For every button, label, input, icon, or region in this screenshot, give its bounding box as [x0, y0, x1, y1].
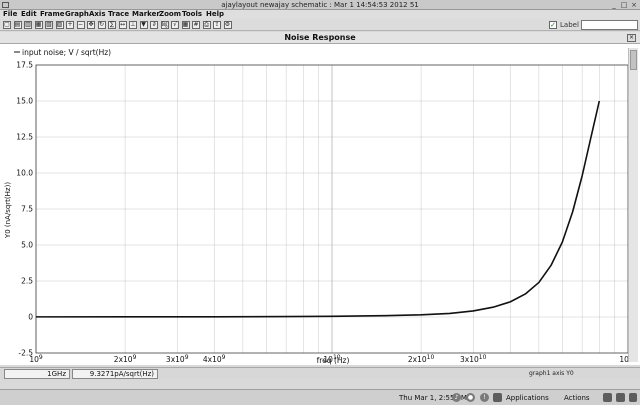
y-tick-label: 0: [28, 313, 33, 322]
zoom-out-icon[interactable]: −: [76, 21, 85, 29]
x-minor-tick-label: 2x1010: [408, 354, 435, 364]
strip-icon[interactable]: ▦: [34, 21, 43, 29]
table-icon[interactable]: ▦: [181, 21, 190, 29]
applications-menu[interactable]: Applications: [506, 393, 549, 403]
cursor-y-readout: 9.3271pA/sqrt(Hz): [72, 369, 158, 379]
y-tick-label: 10.0: [16, 169, 33, 178]
plot-area[interactable]: -2.5 0 2.5 5.0 7.5 10.0 12.5 15.0 17.5 109 1010 10…: [0, 44, 640, 365]
y-tick-label: 17.5: [16, 61, 33, 70]
window-title: ajaylayout newajay schematic : Mar 1 14:…: [221, 1, 419, 9]
label-checkbox[interactable]: ✓: [549, 21, 557, 29]
print-icon[interactable]: ⎙: [202, 21, 211, 29]
log-axis-icon[interactable]: ㏒: [160, 21, 169, 29]
update-icon[interactable]: !: [480, 393, 489, 402]
x-minor-tick-label: 4x109: [203, 354, 226, 364]
panel-close-icon[interactable]: ×: [627, 34, 636, 42]
menu-file[interactable]: File: [3, 10, 17, 19]
maximize-icon[interactable]: □: [620, 1, 628, 9]
legend-entry: input noise; V / sqrt(Hz): [22, 48, 111, 57]
menu-frame[interactable]: Frame: [40, 10, 65, 19]
measure-icon[interactable]: ↔: [118, 21, 127, 29]
noise-response-chart[interactable]: -2.502.55.07.510.012.515.017.5 109 1010 10…: [0, 44, 640, 365]
y-tick-label: 7.5: [21, 205, 33, 214]
y-tick-label: 15.0: [16, 97, 33, 106]
menu-axis[interactable]: Axis: [89, 10, 106, 19]
toolbar: ▢ ▤ ▥ ▦ ▧ ▨ + − ✥ ↻ ∑ ↔ ⊥ ▼ ∂ ㏒ √ ▦ # ⎙ ⇪ ⚙ ✓ Label: [0, 19, 640, 31]
label-input[interactable]: [581, 20, 638, 30]
y-axis-label: Y0 (nA/sqrt(Hz)): [4, 182, 12, 239]
plot-scrollbar[interactable]: [628, 48, 638, 362]
calculator-icon[interactable]: ∑: [108, 21, 116, 29]
x-minor-tick-label: 2x109: [114, 354, 137, 364]
grid-icon[interactable]: #: [192, 21, 200, 29]
y-tick-label: 5.0: [21, 241, 33, 250]
pan-icon[interactable]: ✥: [87, 21, 95, 29]
volume-icon[interactable]: ♪: [452, 393, 461, 402]
menu-zoom[interactable]: Zoom: [159, 10, 181, 19]
actions-menu[interactable]: Actions: [564, 393, 590, 403]
web-browser-icon[interactable]: [616, 393, 625, 402]
menu-trace[interactable]: Trace: [108, 10, 129, 19]
menu-bar: File Edit Frame Graph Axis Trace Marker …: [0, 10, 640, 19]
zoom-in-icon[interactable]: +: [66, 21, 74, 29]
reload-icon[interactable]: ↻: [97, 21, 106, 29]
minimize-icon[interactable]: _: [610, 1, 618, 9]
panel-title: Noise Response: [284, 33, 356, 42]
menu-tools[interactable]: Tools: [182, 10, 202, 19]
zoom-fit-icon[interactable]: ▨: [55, 21, 64, 29]
file-manager-icon[interactable]: [629, 393, 637, 402]
menu-graph[interactable]: Graph: [65, 10, 89, 19]
network-icon[interactable]: ●: [466, 393, 475, 402]
new-window-icon[interactable]: ▢: [3, 21, 11, 29]
marker-icon[interactable]: ▼: [139, 21, 148, 29]
y-tick-label: 12.5: [16, 133, 33, 142]
separate-icon[interactable]: ▧: [45, 21, 53, 29]
terminal-icon[interactable]: [603, 393, 612, 402]
export-icon[interactable]: ⇪: [213, 21, 221, 29]
desktop-taskbar: Thu Mar 1, 2:55 PM ♪ ● ! Applications Ac…: [0, 389, 640, 405]
x-major-tick-label: 109: [29, 354, 43, 364]
y-tick-labels: -2.502.55.07.510.012.515.017.5: [16, 61, 33, 358]
stack-icon[interactable]: ▥: [24, 21, 32, 29]
status-bar: 1GHz 9.3271pA/sqrt(Hz) graph1 axis Y0: [0, 367, 640, 379]
settings-icon[interactable]: ⚙: [223, 21, 232, 29]
sqrt-axis-icon[interactable]: √: [171, 21, 179, 29]
window-titlebar: ajaylayout newajay schematic : Mar 1 14:…: [0, 0, 640, 10]
menu-marker[interactable]: Marker: [132, 10, 160, 19]
close-icon[interactable]: ×: [630, 1, 638, 9]
menu-edit[interactable]: Edit: [21, 10, 37, 19]
x-minor-tick-label: 3x109: [166, 354, 189, 364]
axis-icon[interactable]: ⊥: [129, 21, 137, 29]
legend[interactable]: input noise; V / sqrt(Hz): [14, 48, 111, 57]
plot-scrollbar-thumb[interactable]: [630, 50, 637, 70]
label-text: Label: [560, 21, 579, 29]
x-axis-label: freq (Hz): [317, 356, 350, 365]
x-minor-tick-label: 3x1010: [460, 354, 487, 364]
y-tick-label: 2.5: [21, 277, 33, 286]
open-icon[interactable]: ▤: [13, 21, 22, 29]
active-axis-label: graph1 axis Y0: [529, 370, 574, 377]
menu-help[interactable]: Help: [206, 10, 224, 19]
panel-header: Noise Response ×: [0, 32, 640, 44]
dy-dx-icon[interactable]: ∂: [150, 21, 158, 29]
applications-icon[interactable]: [493, 393, 502, 402]
cursor-x-readout: 1GHz: [4, 369, 70, 379]
